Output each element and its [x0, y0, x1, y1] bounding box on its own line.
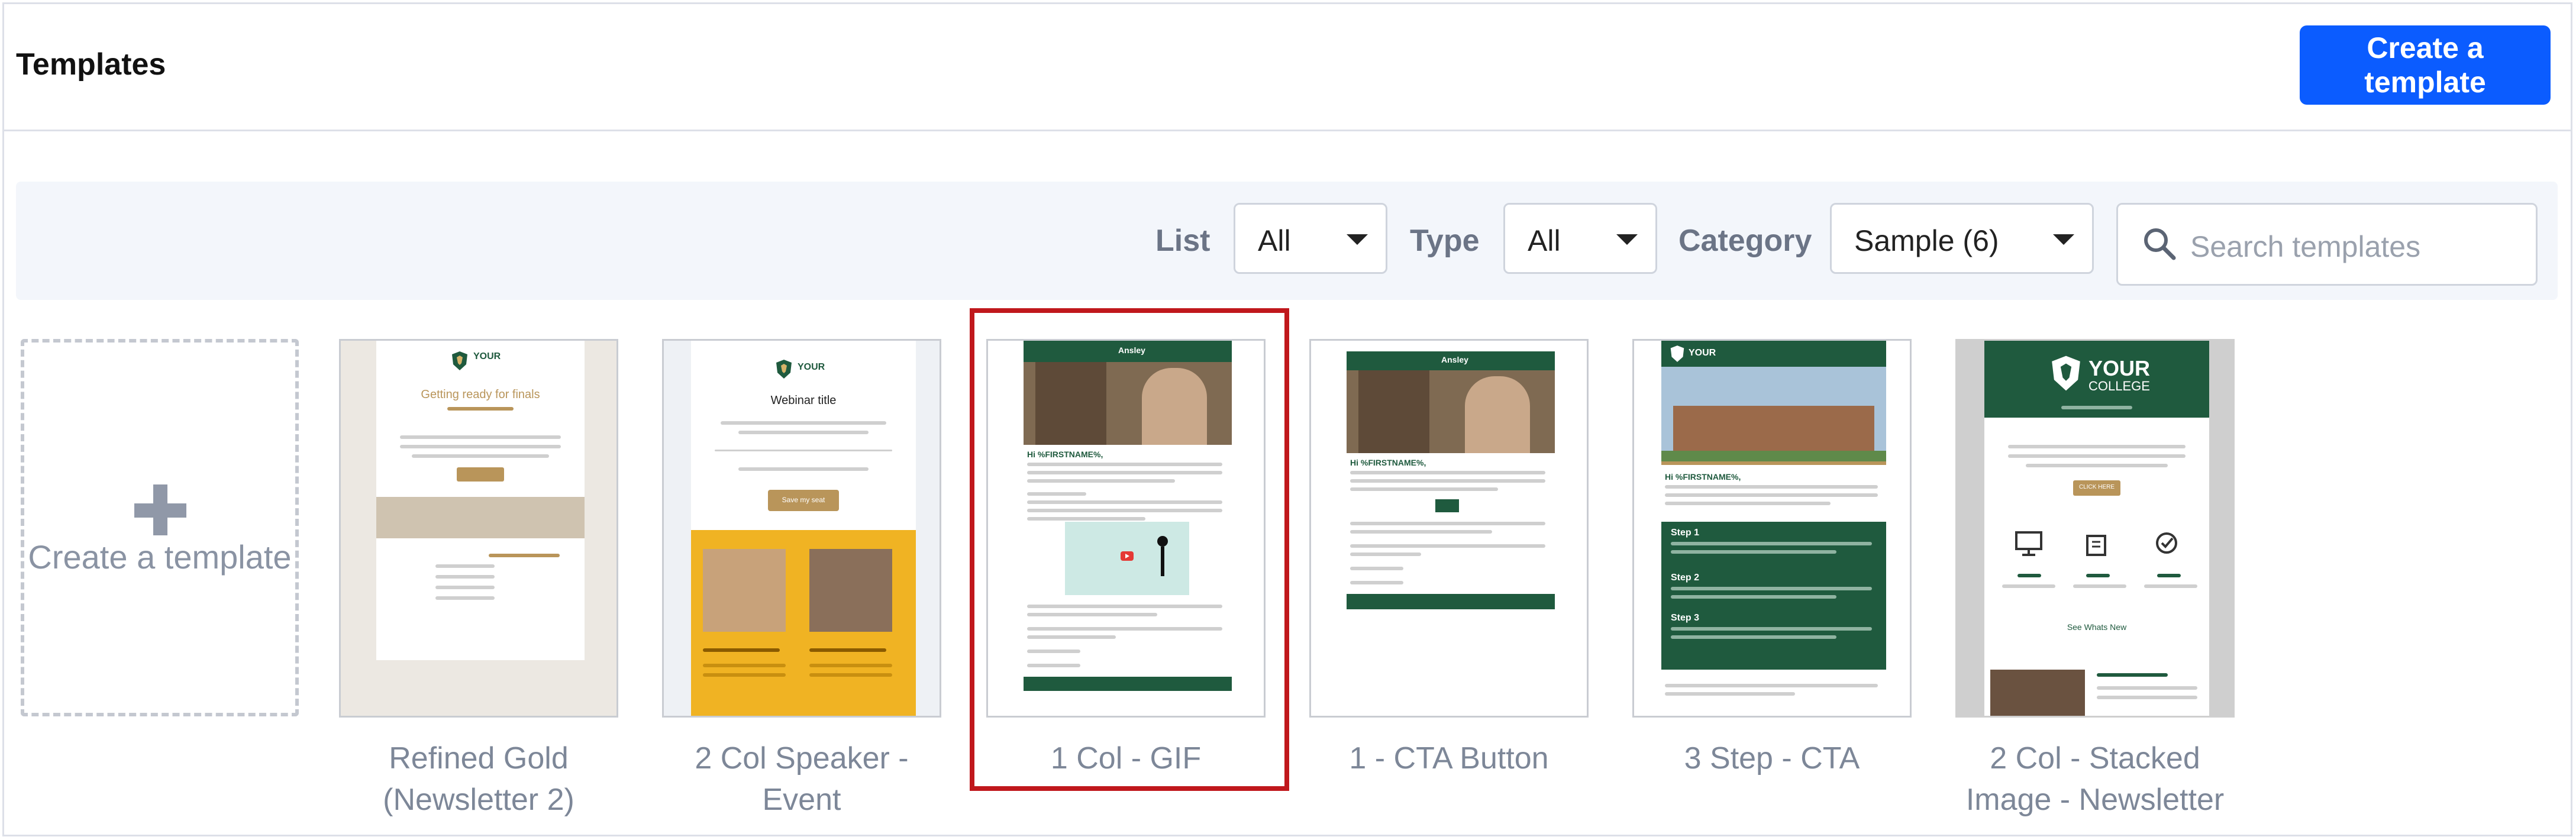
- search-input[interactable]: [2189, 222, 2523, 271]
- logo-subtext: COLLEGE: [2088, 379, 2150, 393]
- logo-text: YOUR: [473, 351, 501, 361]
- search-icon: [2144, 228, 2176, 260]
- create-template-button[interactable]: Create a template: [2300, 25, 2551, 105]
- category-filter-label: Category: [1678, 224, 1812, 258]
- shield-icon: [2052, 356, 2080, 391]
- logo-text: YOUR: [798, 362, 825, 372]
- template-thumbnail-refined-gold[interactable]: YOUR Getting ready for finals: [339, 339, 618, 718]
- shield-icon: [452, 351, 467, 370]
- cta-text: CLICK HERE: [2078, 484, 2115, 490]
- template-preview: Ansley Hi %FIRSTNAME%,: [1347, 341, 1555, 716]
- chevron-down-icon: [1616, 234, 1638, 245]
- filter-bar: List All Type All Category Sample (6): [16, 182, 2558, 300]
- logo-text: YOUR: [2088, 356, 2151, 380]
- list-filter-value: All: [1258, 224, 1291, 257]
- page-title: Templates: [16, 47, 166, 82]
- chevron-down-icon: [2053, 234, 2074, 245]
- plus-icon-bar: [134, 503, 186, 518]
- chevron-down-icon: [1347, 234, 1368, 245]
- step-1-label: Step 1: [1671, 528, 1700, 538]
- building-icon: [2086, 535, 2106, 556]
- create-template-tile[interactable]: Create a template: [21, 339, 299, 716]
- template-name-2-col-speaker[interactable]: 2 Col Speaker - Event: [642, 738, 961, 820]
- monitor-icon: [2015, 531, 2042, 556]
- template-thumbnail-1-cta-button[interactable]: Ansley Hi %FIRSTNAME%,: [1309, 339, 1589, 718]
- shield-icon: [1670, 345, 1684, 362]
- template-name-2-col-stacked[interactable]: 2 Col - Stacked Image - Newsletter: [1935, 738, 2255, 820]
- templates-panel: Templates Create a template List All Typ…: [2, 2, 2572, 836]
- step-2-label: Step 2: [1671, 573, 1700, 583]
- template-name-refined-gold[interactable]: Refined Gold (Newsletter 2): [319, 738, 638, 820]
- shield-icon: [776, 360, 792, 379]
- greeting-text: Hi %FIRSTNAME%,: [1665, 472, 1741, 482]
- template-preview: YOUR Webinar title Save my seat: [691, 341, 916, 716]
- type-filter-value: All: [1528, 224, 1561, 257]
- create-tile-label: Create a template: [28, 538, 292, 576]
- template-name-1-cta-button[interactable]: 1 - CTA Button: [1289, 738, 1609, 779]
- search-box[interactable]: [2116, 203, 2538, 286]
- step-3-label: Step 3: [1671, 613, 1700, 623]
- logo-text: YOUR: [1689, 348, 1716, 358]
- type-filter-label: Type: [1410, 224, 1480, 258]
- category-filter-value: Sample (6): [1854, 224, 1999, 257]
- template-thumbnail-3-step-cta[interactable]: YOUR Hi %FIRSTNAME%, Step 1 Step 2 Step …: [1632, 339, 1912, 718]
- page-header: Templates Create a template: [4, 4, 2571, 131]
- template-thumbnail-2-col-speaker[interactable]: YOUR Webinar title Save my seat: [662, 339, 941, 718]
- list-filter-label: List: [1155, 224, 1210, 258]
- template-preview: YOUR COLLEGE CLICK HERE See Whats New: [1984, 341, 2209, 716]
- check-circle-icon: [2156, 532, 2177, 554]
- template-preview: YOUR Hi %FIRSTNAME%, Step 1 Step 2 Step …: [1661, 341, 1886, 716]
- see-whats-new-link: See Whats New: [2067, 622, 2127, 632]
- category-filter-select[interactable]: Sample (6): [1830, 203, 2094, 274]
- save-seat-text: Save my seat: [782, 496, 825, 504]
- template-name-3-step-cta[interactable]: 3 Step - CTA: [1612, 738, 1932, 779]
- greeting-text: Hi %FIRSTNAME%,: [1350, 458, 1426, 467]
- list-filter-select[interactable]: All: [1234, 203, 1387, 274]
- webinar-title: Webinar title: [770, 394, 837, 407]
- finals-heading: Getting ready for finals: [421, 388, 540, 401]
- logo-text: Ansley: [1441, 355, 1468, 364]
- type-filter-select[interactable]: All: [1503, 203, 1657, 274]
- template-preview: YOUR Getting ready for finals: [376, 341, 585, 660]
- selected-template-highlight: [970, 308, 1289, 791]
- template-thumbnail-2-col-stacked[interactable]: YOUR COLLEGE CLICK HERE See Whats New: [1955, 339, 2235, 718]
